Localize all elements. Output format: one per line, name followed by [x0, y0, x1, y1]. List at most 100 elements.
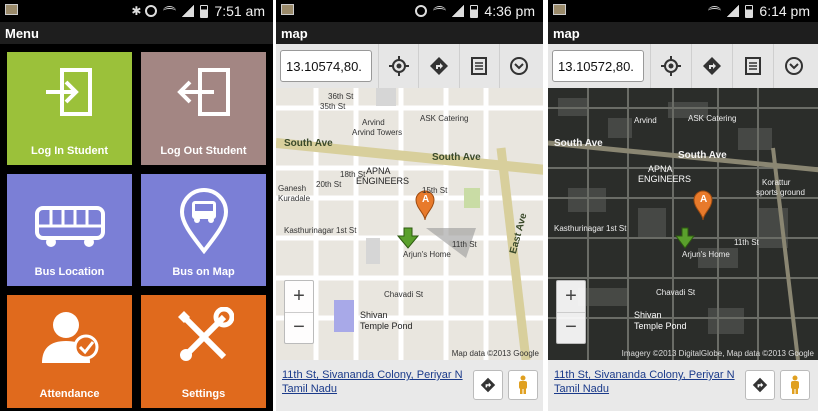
map-label-south-ave: South Ave: [678, 150, 727, 161]
dropdown-button[interactable]: [498, 44, 539, 88]
map-label-ask-catering: ASK Catering: [420, 114, 469, 123]
bus-location-tile[interactable]: Bus Location: [7, 173, 132, 287]
map-label-apna: APNA: [366, 166, 391, 176]
battery-icon: [200, 4, 209, 18]
directions-icon: [752, 377, 768, 393]
map-label-arjuns-home: Arjun's Home: [682, 250, 730, 259]
zoom-out-button[interactable]: −: [557, 311, 585, 344]
map-label-18th-st: 18th St: [340, 170, 366, 179]
signal-icon: [727, 5, 740, 17]
address-bar: 11th St, Sivananda Colony, Periyar N Tam…: [276, 360, 543, 411]
map-view[interactable]: A South Ave South Ave APNA ENGINEERS Eas…: [276, 88, 543, 360]
list-icon: [745, 57, 761, 75]
map-view[interactable]: A South Ave South Ave APNA ENGINEERS Kor…: [548, 88, 818, 360]
tile-label: Attendance: [39, 387, 100, 400]
map-screen-satellite: 6:14 pm map 13.10572,80. A South Ave Sou…: [545, 0, 818, 411]
menu-screen: ✱ 7:51 am Menu Log In Student Log Out St…: [0, 0, 273, 411]
zoom-control: + −: [284, 280, 314, 344]
address-line-1: 11th St, Sivananda Colony, Periyar N: [554, 369, 735, 381]
navigate-button[interactable]: [745, 370, 775, 400]
settings-tile[interactable]: Settings: [141, 295, 266, 408]
dropdown-button[interactable]: [773, 44, 814, 88]
page-title: map: [276, 22, 543, 44]
signal-icon: [182, 5, 195, 17]
zoom-out-button[interactable]: −: [285, 311, 313, 344]
navigate-button[interactable]: [473, 370, 503, 400]
gallery-notification-icon: [281, 4, 294, 15]
directions-button[interactable]: [418, 44, 458, 88]
marker-label: A: [422, 194, 430, 205]
logout-student-tile[interactable]: Log Out Student: [141, 52, 266, 165]
attendance-tile[interactable]: Attendance: [7, 295, 132, 408]
chevron-down-circle-icon: [510, 57, 529, 75]
street-view-button[interactable]: [508, 370, 538, 400]
map-label-chavadi: Chavadi St: [656, 288, 696, 297]
map-label-sports-ground: sports ground: [756, 188, 805, 197]
map-label-arjuns-home: Arjun's Home: [403, 250, 451, 259]
tools-icon: [177, 307, 234, 362]
map-credit: Imagery ©2013 DigitalGlobe, Map data ©20…: [621, 349, 814, 358]
signal-icon: [452, 5, 465, 17]
address-link[interactable]: 11th St, Sivananda Colony, Periyar N Tam…: [554, 368, 739, 396]
address-bar: 11th St, Sivananda Colony, Periyar N Tam…: [548, 360, 818, 411]
map-label-11th-st: 11th St: [734, 238, 759, 247]
map-label-engineers: ENGINEERS: [638, 174, 692, 184]
logout-icon: [176, 68, 230, 116]
list-icon: [471, 57, 488, 75]
coordinates-input[interactable]: [552, 50, 644, 82]
bus-map-pin-icon: [179, 187, 228, 254]
address-line-1: 11th St, Sivananda Colony, Periyar N: [282, 369, 463, 381]
map-label-15th-st: 15th St: [422, 186, 448, 195]
battery-icon: [470, 4, 479, 18]
map-label-ganesh: Ganesh: [278, 184, 307, 193]
map-label-korattur: Korattur: [762, 178, 791, 187]
battery-icon: [745, 4, 754, 18]
chevron-down-circle-icon: [785, 57, 803, 75]
marker-label: A: [700, 194, 708, 205]
wifi-icon: [708, 6, 722, 16]
address-line-2: Tamil Nadu: [282, 383, 338, 395]
directions-icon: [703, 57, 721, 75]
directions-icon: [429, 57, 448, 75]
page-title: Menu: [0, 22, 273, 44]
status-bar: 4:36 pm: [276, 0, 543, 22]
map-label-20th-st: 20th St: [316, 180, 342, 189]
map-label-arvind: Arvind: [634, 116, 657, 125]
pegman-icon: [519, 375, 527, 394]
bus-icon: [34, 205, 105, 247]
zoom-in-button[interactable]: +: [285, 281, 313, 312]
tile-label: Bus on Map: [172, 266, 235, 279]
map-screen-standard: 4:36 pm map 13.10574,80. A South Ave Sou…: [273, 0, 543, 411]
gallery-notification-icon: [5, 4, 18, 15]
map-label-temple-pond: Temple Pond: [634, 321, 687, 331]
page-title: map: [548, 22, 818, 44]
alarm-icon: [145, 5, 158, 17]
bus-on-map-tile[interactable]: Bus on Map: [141, 173, 266, 287]
directions-icon: [480, 377, 496, 393]
map-label-kuradale: Kuradale: [278, 194, 311, 203]
crosshair-icon: [388, 56, 409, 76]
my-location-button[interactable]: [378, 44, 418, 88]
status-bar: 6:14 pm: [548, 0, 818, 22]
tile-label: Log Out Student: [160, 144, 247, 157]
address-link[interactable]: 11th St, Sivananda Colony, Periyar N Tam…: [282, 368, 467, 396]
status-bar: ✱ 7:51 am: [0, 0, 273, 22]
map-label-36th-st: 36th St: [328, 92, 354, 101]
list-button[interactable]: [458, 44, 499, 88]
login-student-tile[interactable]: Log In Student: [7, 52, 132, 165]
zoom-in-button[interactable]: +: [557, 281, 585, 312]
my-location-button[interactable]: [650, 44, 691, 88]
coordinates-input[interactable]: [280, 50, 372, 82]
map-label-kasthuri: Kasthurinagar 1st St: [554, 224, 627, 233]
tile-label: Bus Location: [34, 266, 105, 279]
map-label-south-ave: South Ave: [554, 138, 603, 149]
directions-button[interactable]: [691, 44, 732, 88]
address-line-2: Tamil Nadu: [554, 383, 610, 395]
map-label-arvind-towers: Arvind Towers: [352, 128, 403, 137]
zoom-control: + −: [556, 280, 586, 344]
status-time: 7:51 am: [214, 3, 265, 19]
status-time: 4:36 pm: [484, 3, 535, 19]
map-label-35th-st: 35th St: [320, 102, 346, 111]
list-button[interactable]: [732, 44, 773, 88]
street-view-button[interactable]: [780, 370, 810, 400]
